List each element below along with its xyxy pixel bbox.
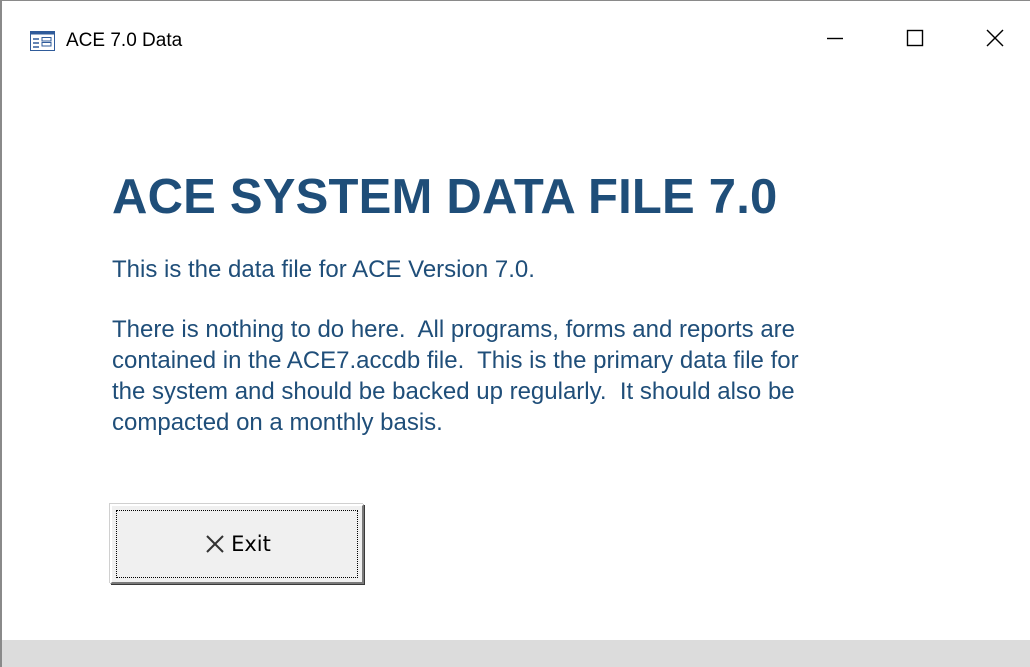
status-strip [2,640,1030,667]
app-window: ACE 7.0 Data ACE SYSTEM DATA FILE 7.0 Th… [0,0,1030,667]
description-line: compacted on a monthly basis. [112,409,443,436]
close-icon [986,29,1004,47]
page-title: ACE SYSTEM DATA FILE 7.0 [112,170,778,224]
exit-button-content: Exit [203,532,271,556]
description-paragraph: There is nothing to do here. All program… [112,314,912,438]
description-line: contained in the ACE7.accdb file. This i… [112,347,799,374]
maximize-icon [906,29,924,47]
intro-text: This is the data file for ACE Version 7.… [112,256,535,283]
description-line: There is nothing to do here. All program… [112,316,796,343]
focus-rectangle: Exit [116,510,358,578]
x-icon [206,535,224,553]
maximize-button[interactable] [880,1,950,75]
window-title: ACE 7.0 Data [66,30,183,51]
minimize-button[interactable] [800,1,870,75]
exit-button[interactable]: Exit [110,504,364,584]
description-line: the system and should be backed up regul… [112,378,795,405]
title-bar[interactable]: ACE 7.0 Data [2,1,1030,75]
exit-button-label: Exit [231,532,271,556]
access-form-icon[interactable] [30,31,55,51]
close-button[interactable] [960,1,1030,75]
minimize-icon [827,37,843,40]
